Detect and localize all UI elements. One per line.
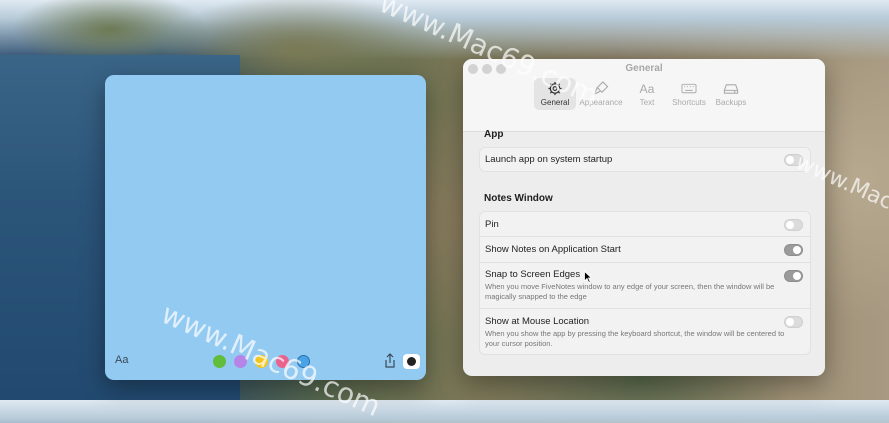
- setting-description: When you move FiveNotes window to any ed…: [485, 282, 775, 301]
- setting-label: Show at Mouse Location: [485, 316, 590, 327]
- setting-label: Show Notes on Application Start: [485, 244, 621, 255]
- setting-row-show-at-mouse: Show at Mouse Location When you show the…: [480, 309, 810, 354]
- show-at-mouse-toggle[interactable]: [784, 316, 803, 328]
- setting-description: When you show the app by pressing the ke…: [485, 329, 785, 348]
- setting-label: Launch app on system startup: [485, 154, 613, 165]
- snap-to-edges-toggle[interactable]: [784, 270, 803, 282]
- notes-window-settings-group: Pin Show Notes on Application Start Snap…: [479, 211, 811, 355]
- preferences-window: General General Appearance Aa Text Short…: [463, 59, 825, 376]
- section-title-notes-window: Notes Window: [484, 193, 553, 204]
- setting-label: Pin: [485, 219, 499, 230]
- setting-row-launch-at-startup: Launch app on system startup: [480, 148, 810, 171]
- text-icon: Aa: [640, 82, 655, 96]
- share-icon[interactable]: [384, 353, 396, 369]
- emoji-icon[interactable]: [403, 354, 420, 369]
- svg-text:Aa: Aa: [640, 82, 655, 96]
- setting-row-snap-to-edges: Snap to Screen Edges When you move FiveN…: [480, 263, 810, 308]
- tab-backups-label: Backups: [715, 98, 747, 107]
- show-notes-on-start-toggle[interactable]: [784, 244, 803, 256]
- setting-label: Snap to Screen Edges: [485, 269, 581, 280]
- app-settings-group: Launch app on system startup: [479, 147, 811, 172]
- font-button[interactable]: Aa: [115, 354, 128, 366]
- keyboard-icon: [681, 83, 697, 94]
- mouse-cursor-icon: [584, 271, 592, 283]
- setting-row-show-notes-on-start: Show Notes on Application Start: [480, 237, 810, 262]
- section-title-app: App: [484, 129, 504, 140]
- tab-backups[interactable]: Backups: [710, 78, 752, 110]
- setting-row-pin: Pin: [480, 212, 810, 236]
- drive-icon: [723, 84, 739, 94]
- note-window[interactable]: Aa: [105, 75, 426, 380]
- pin-toggle[interactable]: [784, 219, 803, 231]
